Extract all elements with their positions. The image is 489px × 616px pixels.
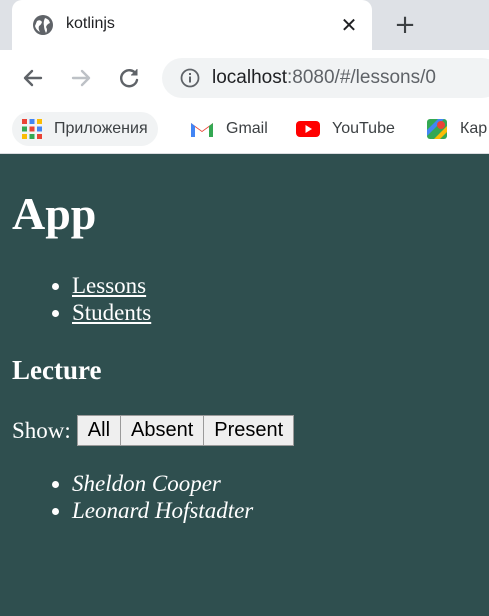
filter-row: Show: All Absent Present — [12, 415, 295, 446]
tab-title: kotlinjs — [66, 15, 115, 32]
back-arrow-icon[interactable] — [20, 65, 46, 91]
nav-list: Lessons Students — [12, 272, 151, 326]
youtube-icon — [296, 121, 320, 137]
student-list: Sheldon Cooper Leonard Hofstadter — [12, 470, 253, 524]
bookmark-label: YouTube — [332, 120, 395, 137]
list-item: Leonard Hofstadter — [72, 497, 253, 524]
forward-arrow-icon[interactable] — [68, 65, 94, 91]
tab-strip: kotlinjs ✕ + — [0, 0, 489, 50]
browser-toolbar: localhost:8080/#/lessons/0 — [0, 50, 489, 104]
site-info-icon[interactable] — [180, 68, 200, 88]
bookmarks-bar: Приложения Gmail YouTube Кар — [0, 104, 489, 154]
bookmark-label: Приложения — [54, 120, 148, 137]
browser-tab[interactable]: kotlinjs ✕ — [12, 0, 372, 50]
bookmark-label: Кар — [460, 120, 488, 137]
address-bar[interactable]: localhost:8080/#/lessons/0 — [162, 58, 489, 98]
nav-item-lessons: Lessons — [72, 272, 151, 299]
url-text[interactable]: localhost:8080/#/lessons/0 — [212, 67, 436, 89]
new-tab-icon[interactable]: + — [392, 12, 418, 38]
close-tab-icon[interactable]: ✕ — [338, 14, 360, 36]
filter-present-button[interactable]: Present — [203, 415, 295, 446]
section-title: Lecture — [12, 355, 102, 385]
browser-chrome: kotlinjs ✕ + localhost:8080/#/lessons/0 — [0, 0, 489, 154]
globe-icon — [33, 15, 53, 35]
bookmark-apps[interactable]: Приложения — [12, 112, 158, 146]
show-label: Show: — [12, 417, 71, 443]
students-link[interactable]: Students — [72, 300, 151, 325]
bookmark-youtube[interactable]: YouTube — [296, 112, 395, 146]
page-title: App — [12, 188, 97, 239]
apps-grid-icon — [22, 119, 42, 139]
bookmark-label: Gmail — [226, 120, 268, 137]
filter-absent-button[interactable]: Absent — [120, 415, 205, 446]
bookmark-gmail[interactable]: Gmail — [190, 112, 268, 146]
reload-icon[interactable] — [116, 65, 142, 91]
maps-icon — [427, 119, 447, 139]
list-item: Sheldon Cooper — [72, 470, 253, 497]
filter-all-button[interactable]: All — [76, 415, 122, 446]
gmail-icon — [191, 123, 213, 137]
nav-item-students: Students — [72, 299, 151, 326]
lessons-link[interactable]: Lessons — [72, 273, 146, 298]
bookmark-maps[interactable]: Кар — [426, 112, 487, 146]
